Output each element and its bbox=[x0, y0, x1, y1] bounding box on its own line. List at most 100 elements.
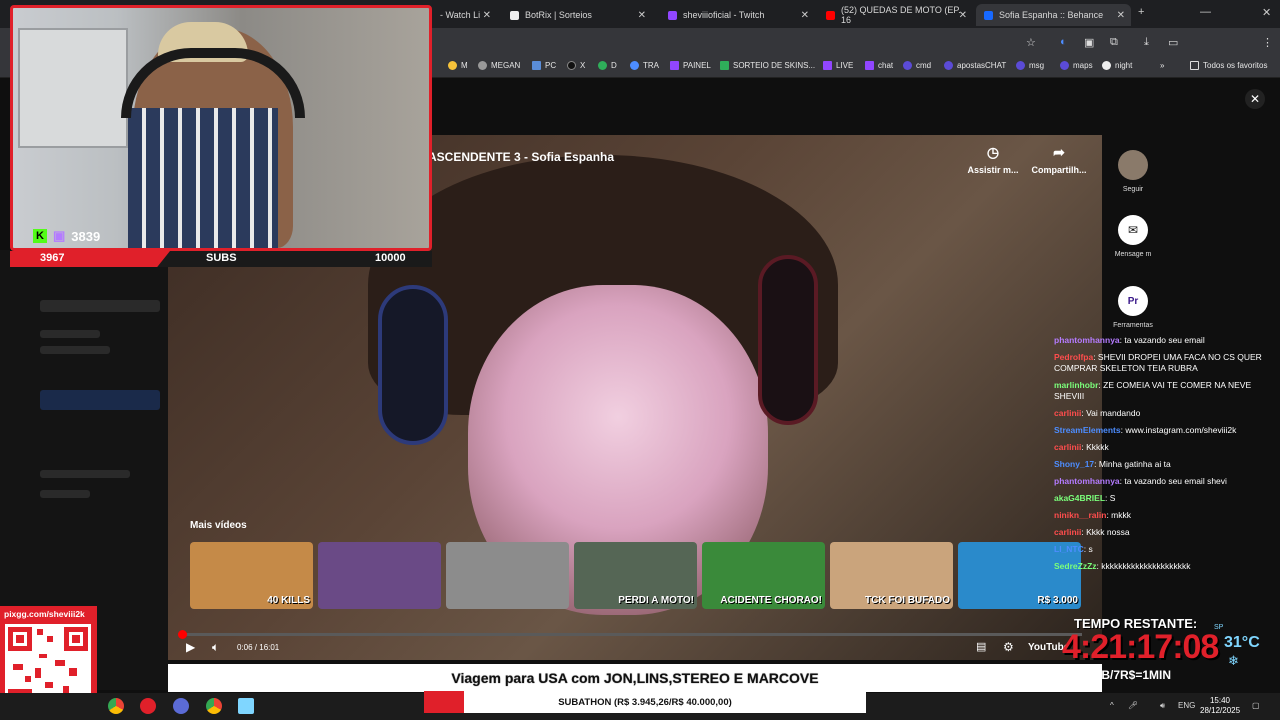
video-thumbnail[interactable]: 40 KILLS bbox=[190, 542, 313, 609]
chat-username[interactable]: carlinii bbox=[1054, 408, 1081, 418]
taskbar-clock[interactable]: 15:40 28/12/2025 bbox=[1200, 696, 1240, 716]
bookmark-x[interactable]: X bbox=[567, 61, 585, 70]
folder-icon bbox=[1190, 61, 1199, 70]
screen: { "browser": { "tabs": [ {"label": "- Wa… bbox=[0, 0, 1280, 720]
tray-chevron-icon[interactable]: ^ bbox=[1110, 701, 1114, 710]
chrome-taskbar-icon[interactable] bbox=[108, 698, 124, 714]
cast-icon[interactable]: ▣ bbox=[1084, 36, 1094, 49]
chat-text: : Kkkk nossa bbox=[1081, 527, 1130, 537]
download-icon[interactable]: ⤓ bbox=[1144, 36, 1149, 49]
all-bookmarks[interactable]: Todos os favoritos bbox=[1190, 61, 1267, 70]
video-thumbnail[interactable]: PERDI A MOTO! bbox=[574, 542, 697, 609]
chat-message: marlinhobr: ZE COMEIA VAI TE COMER NA NE… bbox=[1054, 380, 1272, 402]
chat-username[interactable]: SedreZzZz bbox=[1054, 561, 1097, 571]
settings-gear-icon[interactable]: ⚙ bbox=[1003, 640, 1014, 654]
share-button[interactable]: ➦ Compartilh... bbox=[1024, 144, 1094, 175]
language-indicator[interactable]: ENG bbox=[1178, 701, 1195, 710]
chat-username[interactable]: carlinii bbox=[1054, 527, 1081, 537]
chat-username[interactable]: marlinhobr bbox=[1054, 380, 1098, 390]
follow-button[interactable]: Seguir bbox=[1110, 150, 1156, 193]
volume-icon[interactable]: 🔈︎ bbox=[212, 640, 219, 655]
twitch-icon: ▣ bbox=[53, 228, 66, 243]
chat-username[interactable]: Shony_17 bbox=[1054, 459, 1094, 469]
chat-username[interactable]: carlinii bbox=[1054, 442, 1081, 452]
bookmark-cmd[interactable]: cmd bbox=[903, 61, 931, 70]
chrome-taskbar-icon-2[interactable] bbox=[206, 698, 222, 714]
tab-label: Sofia Espanha :: Behance bbox=[999, 10, 1104, 20]
close-tab-icon[interactable]: ✕ bbox=[483, 10, 491, 21]
close-tab-icon[interactable]: ✕ bbox=[801, 10, 809, 21]
premiere-icon: Pr bbox=[1118, 286, 1148, 316]
tools-button[interactable]: Pr Ferramentas bbox=[1110, 286, 1156, 329]
chat-text: : S bbox=[1105, 493, 1116, 503]
mail-icon: ✉ bbox=[1118, 215, 1148, 245]
chat-username[interactable]: phantomhannya bbox=[1054, 476, 1120, 486]
speaker-icon[interactable]: 🔊︎ bbox=[1160, 701, 1165, 711]
notification-icon[interactable]: ▢ bbox=[1252, 701, 1260, 710]
chat-username[interactable]: Pedrolfpa bbox=[1054, 352, 1093, 362]
tab-youtube[interactable]: (52) QUEDAS DE MOTO (EP. 16 ✕ bbox=[818, 4, 973, 26]
bookmark-maps[interactable]: maps bbox=[1060, 61, 1093, 70]
tab-watch-live[interactable]: - Watch Li ✕ bbox=[432, 4, 497, 26]
chat-username[interactable]: akaG4BRIEL bbox=[1054, 493, 1105, 503]
chat-username[interactable]: ninikn__ralin bbox=[1054, 510, 1106, 520]
video-thumbnail[interactable]: TCK FOI BUFADO bbox=[830, 542, 953, 609]
bookmark-d[interactable]: D bbox=[598, 61, 617, 70]
tab-label: - Watch Li bbox=[440, 10, 481, 20]
bookmark-megan[interactable]: MEGAN bbox=[478, 61, 520, 70]
thumbnail-text: R$ 3.000 bbox=[1037, 595, 1078, 606]
mic-icon[interactable]: 🎤︎ bbox=[1128, 701, 1138, 710]
bookmark-m[interactable]: M bbox=[448, 61, 468, 70]
bookmark-sorteio[interactable]: SORTEIO DE SKINS... bbox=[720, 61, 815, 70]
bookmark-msg[interactable]: msg bbox=[1016, 61, 1044, 70]
extension-icon[interactable]: ◐ bbox=[1060, 36, 1067, 48]
message-button[interactable]: ✉ Mensage m bbox=[1110, 215, 1156, 258]
stream-caption: Viagem para USA com JON,LINS,STEREO E MA… bbox=[168, 664, 1102, 692]
chat-username[interactable]: phantomhannya bbox=[1054, 335, 1120, 345]
close-tab-icon[interactable]: ✕ bbox=[959, 10, 967, 21]
bookmark-apostas[interactable]: apostasCHAT bbox=[944, 61, 1006, 70]
chat-username[interactable]: StreamElements bbox=[1054, 425, 1121, 435]
night-icon bbox=[1102, 61, 1111, 70]
close-overlay-icon[interactable]: ✕ bbox=[1245, 89, 1265, 109]
subtitles-icon[interactable]: ▤ bbox=[976, 640, 986, 653]
obs-taskbar-icon[interactable] bbox=[173, 698, 189, 714]
menu-dots-icon[interactable]: ⋮ bbox=[1262, 36, 1273, 49]
close-tab-icon[interactable]: ✕ bbox=[638, 10, 646, 21]
opera-taskbar-icon[interactable] bbox=[140, 698, 156, 714]
video-thumbnail[interactable]: ACIDENTE CHORAO! bbox=[702, 542, 825, 609]
chat-message: carlinii: Kkkk nossa bbox=[1054, 527, 1272, 538]
blurred-button bbox=[40, 390, 160, 410]
window-close-icon[interactable]: ✕ bbox=[1262, 6, 1271, 19]
sidebar-icon[interactable]: ▭ bbox=[1168, 36, 1178, 49]
new-tab-icon[interactable]: + bbox=[1138, 6, 1144, 18]
bookmark-painel[interactable]: PAINEL bbox=[670, 61, 711, 70]
chat-message: ninikn__ralin: mkkk bbox=[1054, 510, 1272, 521]
more-bookmarks-icon[interactable]: » bbox=[1160, 61, 1164, 70]
bookmark-tra[interactable]: TRA bbox=[630, 61, 659, 70]
watch-later-button[interactable]: ◷ Assistir m... bbox=[958, 144, 1028, 175]
video-thumbnail[interactable] bbox=[318, 542, 441, 609]
viewer-count: K ▣ 3839 bbox=[33, 228, 100, 244]
subathon-progress-fill bbox=[424, 691, 464, 713]
tab-twitch[interactable]: sheviiioficial - Twitch ✕ bbox=[660, 4, 815, 26]
chat-username[interactable]: LI_NTC bbox=[1054, 544, 1084, 554]
bookmark-pc[interactable]: PC bbox=[532, 61, 556, 70]
scrubber-handle[interactable] bbox=[178, 630, 187, 639]
notepad-taskbar-icon[interactable] bbox=[238, 698, 254, 714]
video-title[interactable]: ASCENDENTE 3 - Sofia Espanha bbox=[428, 150, 614, 164]
blurred-text bbox=[40, 490, 90, 498]
minimize-icon[interactable]: — bbox=[1200, 6, 1211, 18]
tab-behance[interactable]: Sofia Espanha :: Behance ✕ bbox=[976, 4, 1131, 26]
extensions-puzzle-icon[interactable]: ⧉ bbox=[1110, 36, 1118, 49]
bookmark-live[interactable]: LIVE bbox=[823, 61, 853, 70]
play-icon[interactable]: ▶ bbox=[186, 640, 195, 654]
bookmark-night[interactable]: night bbox=[1102, 61, 1132, 70]
tab-botrix[interactable]: BotRix | Sorteios ✕ bbox=[502, 4, 652, 26]
close-tab-icon[interactable]: ✕ bbox=[1117, 10, 1125, 21]
video-thumbnail[interactable] bbox=[446, 542, 569, 609]
webcam-overlay: K ▣ 3839 bbox=[10, 5, 432, 251]
bookmark-star-icon[interactable]: ☆ bbox=[1026, 36, 1036, 49]
bookmark-chat[interactable]: chat bbox=[865, 61, 893, 70]
progress-bar[interactable] bbox=[178, 630, 1082, 639]
